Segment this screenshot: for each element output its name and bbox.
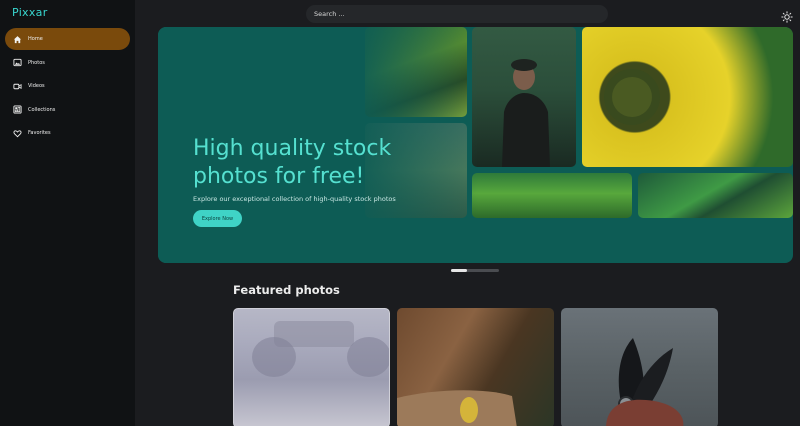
sidebar-item-videos[interactable]: Videos: [5, 75, 130, 97]
heart-icon: [13, 129, 22, 138]
sidebar-item-label: Collections: [28, 106, 56, 113]
sidebar-item-favorites[interactable]: Favorites: [5, 122, 130, 144]
sidebar-item-label: Videos: [28, 83, 45, 89]
theme-toggle-button[interactable]: [781, 8, 793, 23]
home-icon: [13, 35, 22, 44]
featured-photo-feathers[interactable]: [561, 308, 718, 426]
hero-photo-sunflower: [582, 27, 793, 167]
carousel-indicator-active: [451, 269, 467, 272]
sidebar-item-collections[interactable]: Collections: [5, 99, 130, 121]
hero-photo-man: [472, 27, 576, 167]
explore-now-button[interactable]: Explore Now: [193, 210, 242, 227]
sidebar-item-label: Home: [28, 36, 43, 42]
sidebar: Pixxar Home Photos Videos Collections Fa…: [0, 0, 135, 426]
hero-title: High quality stock photos for free!: [193, 136, 392, 189]
hero-photo-mountains: [638, 173, 793, 218]
app-logo[interactable]: Pixxar: [12, 6, 48, 19]
hero-subtitle: Explore our exceptional collection of hi…: [193, 195, 396, 203]
sun-icon: [781, 11, 793, 23]
search-input[interactable]: [306, 5, 608, 23]
sidebar-nav: Home Photos Videos Collections Favorites: [5, 28, 130, 146]
sidebar-item-label: Photos: [28, 59, 45, 66]
video-icon: [13, 82, 22, 91]
featured-photos-title: Featured photos: [233, 283, 340, 297]
sidebar-item-label: Favorites: [28, 130, 51, 136]
collection-icon: [13, 105, 22, 114]
carousel-indicator[interactable]: [451, 269, 499, 272]
sidebar-item-photos[interactable]: Photos: [5, 52, 130, 74]
image-icon: [13, 58, 22, 67]
hero-banner: High quality stock photos for free! Expl…: [158, 27, 793, 263]
sidebar-item-home[interactable]: Home: [5, 28, 130, 50]
featured-photo-car[interactable]: [233, 308, 390, 426]
featured-photo-hair[interactable]: [397, 308, 554, 426]
hero-photo-hills: [472, 173, 632, 218]
